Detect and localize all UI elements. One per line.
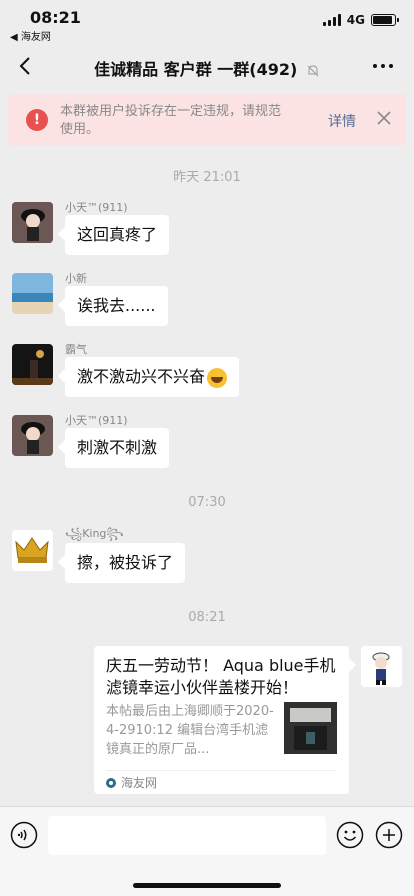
emoji-icon[interactable] — [336, 821, 364, 849]
sender-name: 小天™(911) — [65, 201, 128, 214]
avatar-image — [361, 646, 402, 687]
crown-icon — [12, 530, 53, 571]
sender-name-text: King — [82, 527, 107, 540]
message-input[interactable] — [48, 816, 326, 855]
status-time: 08:21 — [30, 8, 81, 27]
avatar-image — [12, 415, 53, 456]
avatar[interactable] — [12, 344, 53, 385]
chevron-left-icon[interactable] — [14, 54, 38, 78]
chat-title-text: 佳诚精品 客户群 一群(492) — [94, 60, 298, 79]
network-type: 4G — [346, 13, 365, 27]
sender-name: 小新 — [65, 272, 87, 285]
avatar[interactable] — [12, 530, 53, 571]
message-bubble[interactable]: 诶我去...... — [65, 286, 168, 326]
warning-detail-link[interactable]: 详情 — [328, 111, 356, 131]
message-text: 激不激动兴不兴奋 — [77, 367, 206, 386]
status-indicators: 4G — [322, 13, 399, 27]
divider — [106, 770, 337, 771]
sender-name: 霸气 — [65, 343, 87, 356]
timestamp: 昨天 21:01 — [173, 170, 241, 185]
avatar-image — [12, 273, 53, 314]
avatar[interactable] — [12, 415, 53, 456]
warning-text: 本群被用户投诉存在一定违规，请规范使用。 — [60, 104, 282, 137]
avatar-image — [12, 202, 53, 243]
message-bubble[interactable]: 这回真疼了 — [65, 215, 170, 255]
sender-name: 小天™(911) — [65, 414, 128, 427]
warning-banner: ! 本群被用户投诉存在一定违规，请规范使用。 详情 — [8, 94, 406, 146]
link-card[interactable]: 庆五一劳动节！ Aqua blue手机滤镜幸运小伙伴盖楼开始！ 本帖最后由上海卿… — [94, 646, 349, 794]
nav-bar: 佳诚精品 客户群 一群(492) — [0, 44, 414, 88]
link-card-thumbnail — [284, 702, 337, 754]
avatar-image — [12, 344, 53, 385]
plus-icon[interactable] — [375, 821, 403, 849]
link-card-source: 海友网 — [106, 774, 157, 791]
message-bubble[interactable]: 激不激动兴不兴奋 — [65, 357, 240, 397]
battery-icon — [371, 14, 399, 26]
avatar[interactable] — [12, 202, 53, 243]
bell-off-icon — [307, 64, 319, 76]
input-bar — [0, 806, 414, 896]
more-icon[interactable] — [370, 58, 396, 74]
message-bubble[interactable]: 刺激不刺激 — [65, 428, 170, 468]
timestamp: 07:30 — [188, 495, 226, 510]
back-to-app-link[interactable]: ◀ 海友网 — [10, 28, 51, 43]
source-icon — [106, 777, 116, 788]
avatar[interactable] — [361, 646, 402, 687]
close-icon[interactable] — [376, 110, 392, 126]
timestamp: 08:21 — [188, 610, 226, 625]
grin-emoji-icon — [207, 367, 228, 388]
voice-icon[interactable] — [10, 821, 38, 849]
avatar[interactable] — [12, 273, 53, 314]
link-card-description: 本帖最后由上海卿顺于2020-4-2910:12 编辑台湾手机滤镜真正的原厂品.… — [106, 704, 274, 757]
signal-icon — [322, 14, 341, 26]
home-indicator — [133, 883, 281, 888]
chat-title: 佳诚精品 客户群 一群(492) — [60, 56, 354, 80]
warning-icon: ! — [26, 109, 48, 131]
link-card-title: 庆五一劳动节！ Aqua blue手机滤镜幸运小伙伴盖楼开始！ — [106, 656, 336, 697]
message-bubble[interactable]: 擦，被投诉了 — [65, 543, 186, 583]
link-card-source-name: 海友网 — [121, 776, 158, 790]
status-bar: 08:21 ◀ 海友网 4G — [0, 0, 414, 44]
